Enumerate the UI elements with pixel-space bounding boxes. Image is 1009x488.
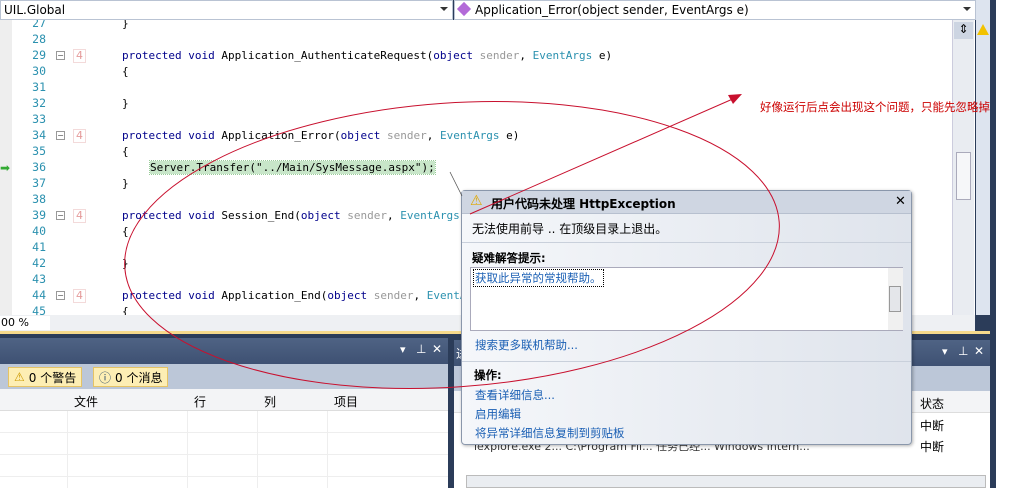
- actions-header: 操作:: [474, 368, 502, 382]
- copy-exception-link[interactable]: 将异常详细信息复制到剪贴板: [475, 425, 625, 441]
- close-icon[interactable]: ✕: [432, 342, 442, 356]
- code-line[interactable]: }: [122, 257, 129, 270]
- member-dropdown-value: Application_Error(object sender, EventAr…: [475, 3, 749, 17]
- reference-count[interactable]: 4: [73, 209, 86, 223]
- pin-icon[interactable]: ⊥: [416, 342, 426, 356]
- exception-dialog: ⚠ 用户代码未处理 HttpException ✕ 无法使用前导 .. 在顶级目…: [461, 190, 912, 445]
- tips-header: 疑难解答提示:: [472, 251, 546, 265]
- column-col[interactable]: 列: [264, 393, 276, 410]
- messages-filter-button[interactable]: ⓘ 0 个消息: [93, 367, 169, 387]
- line-number: 44: [32, 288, 46, 302]
- close-icon[interactable]: ✕: [974, 344, 984, 358]
- warning-icon: ⚠: [14, 370, 25, 384]
- dialog-title: 用户代码未处理 HttpException: [491, 197, 676, 211]
- side-panel: [990, 0, 1009, 488]
- tips-scrollbar[interactable]: [888, 268, 903, 330]
- collapse-icon[interactable]: −: [56, 211, 65, 220]
- code-line[interactable]: {: [122, 65, 129, 78]
- line-number: 27: [32, 20, 46, 30]
- column-status[interactable]: 状态: [920, 395, 944, 412]
- messages-count: 0 个消息: [115, 370, 163, 385]
- scrollbar-thumb[interactable]: [956, 152, 971, 200]
- member-dropdown[interactable]: Application_Error(object sender, EventAr…: [454, 0, 976, 20]
- tips-list: 获取此异常的常规帮助。: [470, 267, 903, 331]
- code-line[interactable]: {: [122, 145, 129, 158]
- warning-icon: [977, 24, 989, 35]
- line-number: 36: [32, 160, 46, 174]
- tip-link[interactable]: 获取此异常的常规帮助。: [473, 269, 604, 287]
- code-line[interactable]: protected void Application_Error(object …: [122, 129, 519, 142]
- line-number: 37: [32, 176, 46, 190]
- code-line[interactable]: protected void Application_AuthenticateR…: [122, 49, 612, 62]
- line-number: 29: [32, 48, 46, 62]
- code-line[interactable]: protected void Session_End(object sender…: [122, 209, 480, 222]
- vertical-scrollbar[interactable]: ⇕: [952, 20, 974, 315]
- column-project[interactable]: 项目: [334, 393, 358, 410]
- code-line[interactable]: }: [122, 20, 129, 30]
- class-dropdown-value: UIL.Global: [4, 3, 66, 17]
- warnings-count: 0 个警告: [28, 370, 77, 385]
- zoom-level-dropdown[interactable]: 00 %: [0, 316, 50, 330]
- line-number: 32: [32, 96, 46, 110]
- annotation-margin: [976, 0, 990, 315]
- reference-count[interactable]: 4: [73, 289, 86, 303]
- split-icon[interactable]: ⇕: [954, 22, 973, 39]
- code-line[interactable]: protected void Application_End(object se…: [122, 289, 506, 302]
- enable-editing-link[interactable]: 启用编辑: [475, 406, 521, 422]
- line-number: 38: [32, 192, 46, 206]
- collapse-icon[interactable]: −: [56, 291, 65, 300]
- line-number: 45: [32, 304, 46, 315]
- code-line[interactable]: {: [122, 305, 129, 315]
- panel-menu-icon[interactable]: ▾: [942, 345, 948, 358]
- exception-message: 无法使用前导 .. 在顶级目录上退出。: [472, 222, 668, 236]
- warnings-filter-button[interactable]: ⚠ 0 个警告: [8, 367, 83, 387]
- method-icon: [456, 1, 472, 17]
- annotation-text: 好像运行后点会出现这个问题，只能先忽略掉: [760, 100, 990, 114]
- code-line[interactable]: }: [122, 97, 129, 110]
- horizontal-scrollbar[interactable]: [466, 475, 986, 488]
- code-line[interactable]: }: [122, 177, 129, 190]
- line-number: 33: [32, 112, 46, 126]
- reference-count[interactable]: 4: [73, 129, 86, 143]
- warning-icon: ⚠: [470, 193, 483, 209]
- error-list-titlebar: ▾ ⊥ ✕: [0, 338, 448, 364]
- column-file[interactable]: 文件: [74, 393, 98, 410]
- panel-menu-icon[interactable]: ▾: [400, 343, 406, 356]
- code-line[interactable]: Server.Transfer("../Main/SysMessage.aspx…: [149, 160, 436, 175]
- error-list-header: 文件 行 列 项目: [0, 389, 448, 411]
- zoom-level: 00 %: [1, 316, 29, 329]
- status-cell: 中断: [920, 419, 945, 433]
- line-number: 31: [32, 80, 46, 94]
- line-number: 41: [32, 240, 46, 254]
- collapse-icon[interactable]: −: [56, 131, 65, 140]
- line-number: 35: [32, 144, 46, 158]
- chevron-down-icon: [440, 7, 448, 11]
- view-detail-link[interactable]: 查看详细信息...: [475, 387, 555, 403]
- collapse-icon[interactable]: −: [56, 51, 65, 60]
- info-icon: ⓘ: [99, 370, 112, 385]
- pin-icon[interactable]: ⊥: [958, 344, 968, 358]
- line-number: 40: [32, 224, 46, 238]
- line-number: 43: [32, 272, 46, 286]
- chevron-down-icon: [963, 7, 971, 11]
- code-line[interactable]: {: [122, 225, 129, 238]
- reference-count[interactable]: 4: [73, 49, 86, 63]
- close-icon[interactable]: ✕: [895, 194, 906, 209]
- search-online-help-link[interactable]: 搜索更多联机帮助...: [475, 337, 578, 353]
- column-line[interactable]: 行: [194, 393, 206, 410]
- line-number: 28: [32, 32, 46, 46]
- class-dropdown[interactable]: UIL.Global: [0, 0, 453, 20]
- line-number: 42: [32, 256, 46, 270]
- line-number: 30: [32, 64, 46, 78]
- dialog-titlebar: ⚠ 用户代码未处理 HttpException ✕: [462, 191, 911, 214]
- error-list-toolbar: ⚠ 0 个警告 ⓘ 0 个消息: [0, 364, 448, 389]
- status-cell: 中断: [920, 440, 945, 454]
- error-list-rows: [0, 411, 448, 488]
- line-number: 39: [32, 208, 46, 222]
- line-number: 34: [32, 128, 46, 142]
